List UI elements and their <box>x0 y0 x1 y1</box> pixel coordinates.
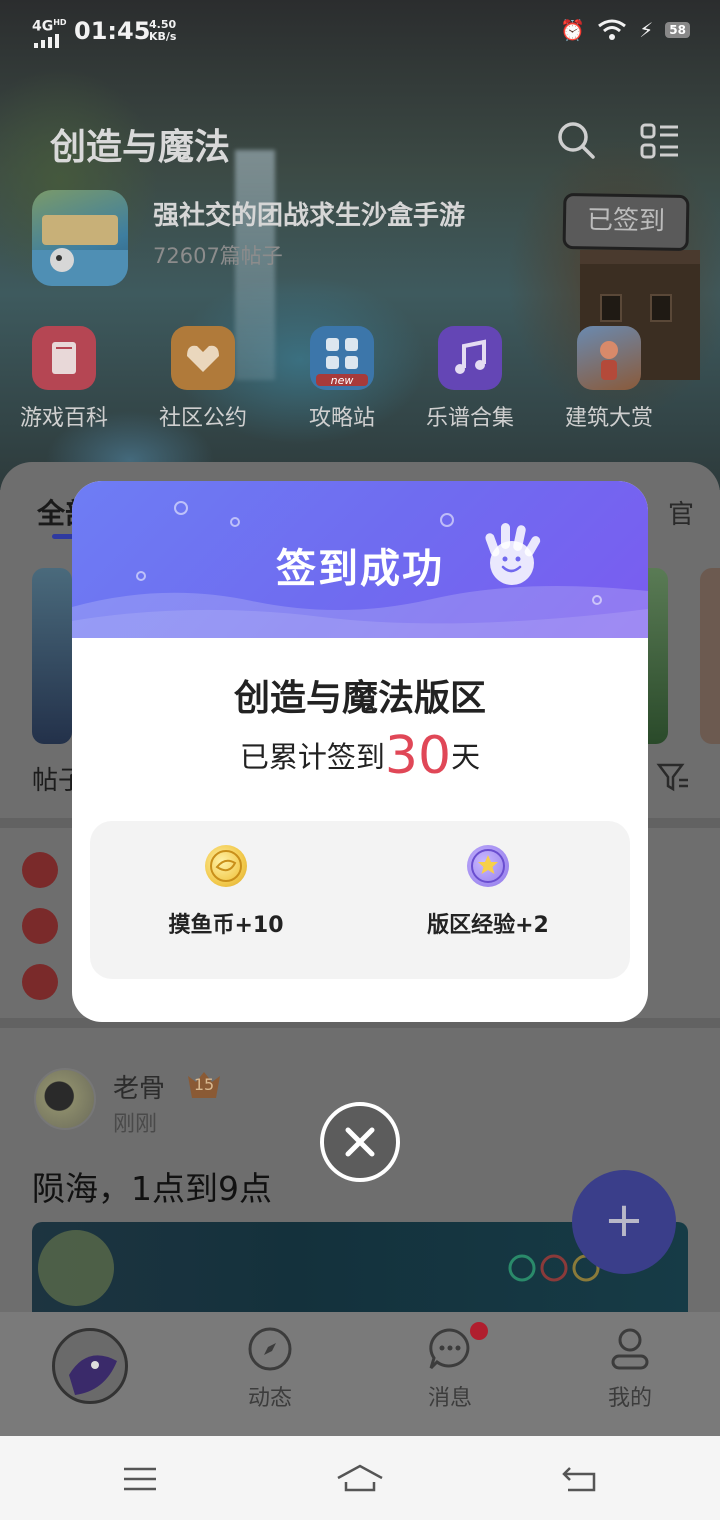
music-note-icon <box>438 326 502 390</box>
banner-card[interactable] <box>32 568 72 744</box>
pinned-post-icon <box>22 852 58 888</box>
home-icon[interactable] <box>336 1462 384 1494</box>
close-dialog-button[interactable] <box>320 1102 400 1182</box>
search-button[interactable] <box>556 120 596 160</box>
game-description: 强社交的团战求生沙盒手游 <box>153 201 466 231</box>
signed-button[interactable]: 已签到 <box>562 192 690 252</box>
coin-icon <box>205 845 247 887</box>
handshake-icon <box>171 326 235 390</box>
banner-card[interactable] <box>648 568 668 744</box>
system-navigation-bar <box>0 1436 720 1520</box>
shortcut-sheet-music[interactable]: 乐谱合集 <box>410 326 530 432</box>
grid-new-icon: new <box>310 326 374 390</box>
search-icon <box>558 122 595 159</box>
nav-messages[interactable]: 消息 <box>390 1326 510 1412</box>
clock: 01:45 <box>74 17 151 45</box>
profile-icon <box>611 1328 649 1370</box>
svg-text:new: new <box>331 374 354 387</box>
unread-badge <box>470 1322 488 1340</box>
tab-official[interactable]: 官 <box>668 494 694 531</box>
nav-profile[interactable]: 我的 <box>570 1326 690 1412</box>
streak-days-count: 30 <box>384 726 452 786</box>
menu-button[interactable] <box>640 122 680 162</box>
alarm-icon: ⏰ <box>560 18 586 42</box>
house-window <box>600 294 622 322</box>
reward-coins: 摸鱼币+10 <box>126 845 326 939</box>
compass-icon <box>248 1327 292 1371</box>
waving-hand-icon <box>485 523 541 585</box>
home-fish-avatar-icon[interactable] <box>52 1328 128 1404</box>
character-icon <box>577 326 641 390</box>
decor-bubble <box>230 517 240 527</box>
book-icon <box>32 326 96 390</box>
tab-active-indicator <box>52 534 74 539</box>
avatar[interactable] <box>34 1068 96 1130</box>
banner-card[interactable] <box>700 568 720 744</box>
house-window <box>650 294 672 322</box>
pinned-post-icon <box>22 964 58 1000</box>
status-bar: 4GHD 01:45 4.50 KB/s ⏰ ⚡ 58 <box>0 0 720 64</box>
chat-bubble-icon <box>429 1328 470 1370</box>
post-count: 72607篇帖子 <box>153 244 283 268</box>
rewards-panel: 摸鱼币+10 版区经验+2 <box>90 821 630 979</box>
forum-title: 创造与魔法 <box>50 127 231 168</box>
dialog-title: 签到成功 <box>276 546 444 592</box>
pinned-post-icon <box>22 908 58 944</box>
shortcut-row: 游戏百科 社区公约 new 攻略站 乐谱合集 建筑大赏 <box>0 326 720 436</box>
back-icon[interactable] <box>560 1464 598 1494</box>
create-post-button[interactable]: + <box>572 1170 676 1274</box>
reward-forum-exp: 版区经验+2 <box>388 845 588 939</box>
close-icon <box>345 1127 375 1157</box>
post-author[interactable]: 老骨 <box>113 1068 165 1105</box>
recent-apps-icon[interactable] <box>122 1466 158 1492</box>
post-time: 刚刚 <box>113 1112 158 1137</box>
star-medal-icon <box>467 845 509 887</box>
checkin-streak: 已累计签到30天 <box>239 726 481 786</box>
check-in-success-dialog: 签到成功 创造与魔法版区 已累计签到30天 摸鱼币+10 版区经验+2 <box>72 481 648 1022</box>
battery-indicator: 58 <box>665 22 690 38</box>
wifi-icon <box>598 19 627 40</box>
game-logo <box>32 190 128 286</box>
post-title[interactable]: 陨海，1点到9点 <box>32 1162 272 1210</box>
shortcut-guide-station[interactable]: new 攻略站 <box>282 326 402 432</box>
nav-feed[interactable]: 动态 <box>210 1326 330 1412</box>
level-badge: 15 <box>184 1068 224 1102</box>
forum-name: 创造与魔法版区 <box>233 678 486 719</box>
shortcut-community-rules[interactable]: 社区公约 <box>143 326 263 432</box>
shortcut-building-showcase[interactable]: 建筑大赏 <box>549 326 669 432</box>
signal-bars-icon <box>34 34 59 48</box>
network-type: 4GHD <box>32 18 67 35</box>
network-speed: 4.50 KB/s <box>149 18 177 43</box>
decor-bubble <box>440 513 454 527</box>
filter-icon[interactable] <box>656 760 690 794</box>
decor-bubble <box>174 501 188 515</box>
shortcut-game-wiki[interactable]: 游戏百科 <box>4 326 124 432</box>
dialog-header: 签到成功 <box>72 481 648 638</box>
list-menu-icon <box>640 123 678 159</box>
charging-icon: ⚡ <box>639 18 654 42</box>
